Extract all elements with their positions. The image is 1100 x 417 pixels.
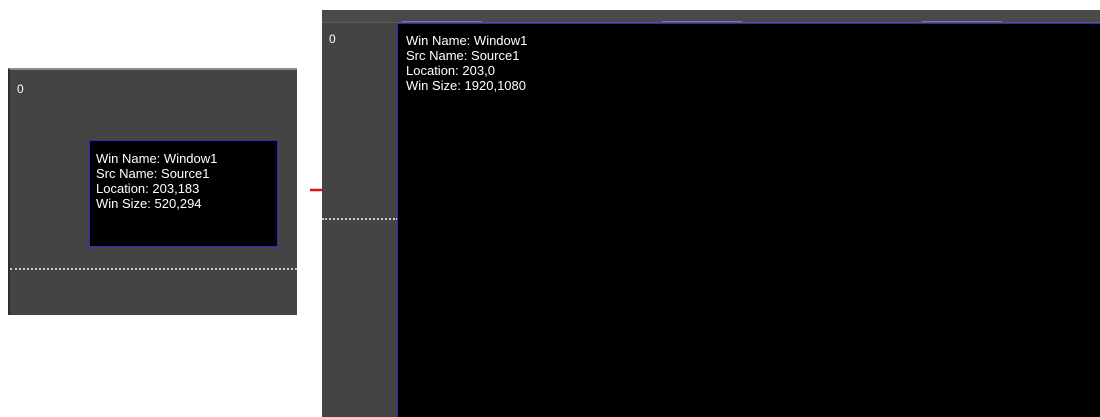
screen-boundary-line: [322, 218, 398, 220]
location-label: Location:: [96, 181, 149, 196]
canvas-top-ruler: [322, 10, 1100, 23]
layout-canvas-after[interactable]: 0 Win Name: Window1 Src Name: Source1 Lo…: [322, 10, 1100, 417]
win-name-row: Win Name: Window1: [406, 33, 527, 48]
location-value: 203,0: [462, 63, 495, 78]
location-label: Location:: [406, 63, 459, 78]
location-row: Location: 203,0: [406, 63, 527, 78]
stage: 0 Win Name: Window1 Src Name: Source1 Lo…: [0, 0, 1100, 417]
window-block-after[interactable]: Win Name: Window1 Src Name: Source1 Loca…: [397, 23, 1100, 417]
location-row: Location: 203,183: [96, 181, 217, 196]
src-name-label: Src Name:: [406, 48, 468, 63]
src-name-value: Source1: [471, 48, 520, 63]
window-info: Win Name: Window1 Src Name: Source1 Loca…: [406, 33, 527, 93]
win-name-label: Win Name:: [96, 151, 161, 166]
win-size-value: 1920,1080: [464, 78, 526, 93]
src-name-label: Src Name:: [96, 166, 158, 181]
src-name-row: Src Name: Source1: [406, 48, 527, 63]
win-size-row: Win Size: 520,294: [96, 196, 217, 211]
ruler-tick: [662, 21, 742, 22]
window-block-before[interactable]: Win Name: Window1 Src Name: Source1 Loca…: [89, 140, 278, 247]
src-name-value: Source1: [161, 166, 210, 181]
window-info: Win Name: Window1 Src Name: Source1 Loca…: [96, 151, 217, 211]
win-size-label: Win Size:: [406, 78, 461, 93]
win-name-label: Win Name:: [406, 33, 471, 48]
screen-index-label: 0: [17, 82, 24, 96]
src-name-row: Src Name: Source1: [96, 166, 217, 181]
ruler-tick: [922, 21, 1002, 22]
win-size-row: Win Size: 1920,1080: [406, 78, 527, 93]
screen-boundary-line: [10, 268, 297, 270]
screen-index-label: 0: [329, 32, 336, 46]
win-name-value: Window1: [163, 151, 218, 166]
win-size-value: 520,294: [154, 196, 202, 211]
location-value: 203,183: [152, 181, 200, 196]
win-name-row: Win Name: Window1: [96, 151, 217, 166]
layout-canvas-before[interactable]: 0 Win Name: Window1 Src Name: Source1 Lo…: [8, 68, 297, 315]
ruler-tick: [402, 21, 482, 22]
win-size-label: Win Size:: [96, 196, 151, 211]
win-name-value: Window1: [473, 33, 528, 48]
